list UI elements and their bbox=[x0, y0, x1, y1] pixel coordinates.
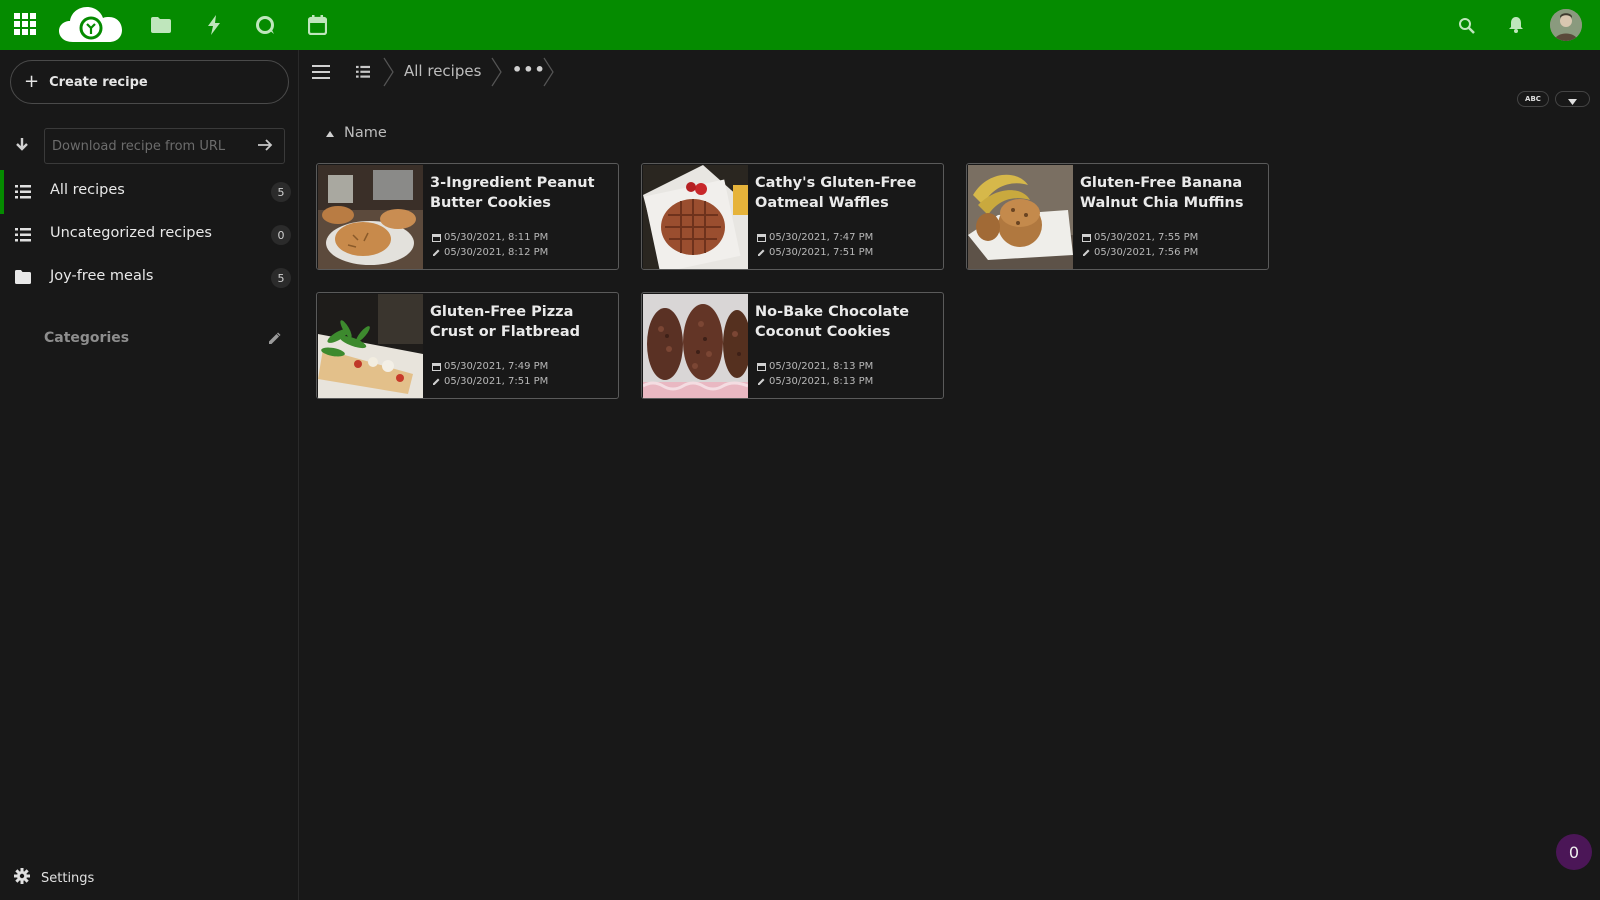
sort-ascending-icon bbox=[326, 125, 334, 141]
sidebar-item-all-recipes[interactable]: All recipes 5 bbox=[0, 170, 299, 214]
app-navigation: + Create recipe All recipes 5 Uncategori… bbox=[0, 50, 299, 900]
recipe-modified-date: 05/30/2021, 8:12 PM bbox=[432, 247, 548, 258]
recipe-card[interactable]: No-Bake Chocolate Coconut Cookies 05/30/… bbox=[641, 292, 944, 399]
recipe-modified-date: 05/30/2021, 7:51 PM bbox=[432, 376, 548, 387]
list-icon[interactable] bbox=[356, 64, 370, 83]
sort-abc-button[interactable]: ABC bbox=[1517, 91, 1549, 107]
plus-icon: + bbox=[24, 71, 40, 92]
main-content: All recipes ••• ABC Name 3-Ingredient Pe… bbox=[300, 50, 1600, 900]
notifications-icon[interactable] bbox=[1505, 14, 1527, 36]
floating-count-badge[interactable]: 0 bbox=[1556, 834, 1592, 870]
sort-field-label: Name bbox=[344, 125, 387, 141]
sort-dropdown-button[interactable] bbox=[1555, 91, 1590, 107]
recipe-created-date: 05/30/2021, 7:55 PM bbox=[1082, 232, 1198, 243]
modified-date-text: 05/30/2021, 8:12 PM bbox=[444, 247, 549, 258]
recipe-title: Gluten-Free Banana Walnut Chia Muffins bbox=[1080, 175, 1244, 211]
categories-heading: Categories bbox=[44, 330, 130, 346]
sidebar-item-joy-free-meals[interactable]: Joy-free meals 5 bbox=[0, 256, 299, 300]
download-url-input[interactable] bbox=[44, 128, 285, 164]
activity-icon[interactable] bbox=[203, 13, 225, 37]
created-date-text: 05/30/2021, 7:47 PM bbox=[769, 232, 874, 243]
user-avatar[interactable] bbox=[1550, 9, 1582, 41]
recipe-modified-date: 05/30/2021, 7:56 PM bbox=[1082, 247, 1198, 258]
recipe-title: No-Bake Chocolate Coconut Cookies bbox=[755, 304, 910, 340]
breadcrumb-separator bbox=[543, 57, 554, 87]
list-icon bbox=[15, 227, 31, 247]
download-icon bbox=[14, 137, 30, 157]
search-icon[interactable] bbox=[1455, 14, 1477, 36]
files-icon[interactable] bbox=[150, 14, 172, 36]
pencil-icon[interactable] bbox=[267, 331, 281, 350]
list-icon bbox=[15, 184, 31, 204]
menu-toggle-icon[interactable] bbox=[312, 64, 330, 83]
recipe-created-date: 05/30/2021, 7:47 PM bbox=[757, 232, 873, 243]
calendar-icon bbox=[432, 234, 441, 242]
settings-label: Settings bbox=[41, 870, 95, 886]
cookbook-logo[interactable] bbox=[58, 4, 124, 44]
recipe-title: Gluten-Free Pizza Crust or Flatbread bbox=[430, 304, 581, 340]
recipe-thumbnail bbox=[968, 165, 1073, 269]
breadcrumb: All recipes ••• bbox=[300, 50, 900, 94]
calendar-icon bbox=[432, 363, 441, 371]
modified-date-text: 05/30/2021, 7:56 PM bbox=[1094, 247, 1199, 258]
talk-icon[interactable] bbox=[254, 13, 276, 37]
recipe-modified-date: 05/30/2021, 7:51 PM bbox=[757, 247, 873, 258]
breadcrumb-separator bbox=[383, 57, 394, 87]
create-recipe-button[interactable]: + Create recipe bbox=[10, 60, 289, 104]
create-recipe-label: Create recipe bbox=[49, 74, 148, 90]
settings-button[interactable]: Settings bbox=[14, 868, 94, 888]
count-badge: 5 bbox=[271, 268, 291, 288]
modified-date-text: 05/30/2021, 7:51 PM bbox=[444, 376, 549, 387]
pencil-icon bbox=[758, 249, 765, 256]
recipe-thumbnail bbox=[643, 165, 748, 269]
recipe-thumbnail bbox=[643, 294, 748, 398]
modified-date-text: 05/30/2021, 7:51 PM bbox=[769, 247, 874, 258]
apps-grid-icon[interactable] bbox=[13, 12, 37, 36]
recipe-title: 3-Ingredient Peanut Butter Cookies bbox=[430, 175, 595, 211]
pencil-icon bbox=[433, 378, 440, 385]
chevron-down-icon bbox=[1568, 90, 1577, 109]
recipe-modified-date: 05/30/2021, 8:13 PM bbox=[757, 376, 873, 387]
breadcrumb-more-button[interactable]: ••• bbox=[512, 60, 546, 79]
pencil-icon bbox=[433, 249, 440, 256]
recipe-title: Cathy's Gluten-Free Oatmeal Waffles bbox=[755, 175, 917, 211]
recipe-card[interactable]: Cathy's Gluten-Free Oatmeal Waffles 05/3… bbox=[641, 163, 944, 270]
created-date-text: 05/30/2021, 8:11 PM bbox=[444, 232, 549, 243]
sidebar-item-label: Joy-free meals bbox=[50, 268, 154, 284]
calendar-icon bbox=[1082, 234, 1091, 242]
recipe-thumbnail bbox=[318, 294, 423, 398]
pencil-icon bbox=[1083, 249, 1090, 256]
recipe-thumbnail bbox=[318, 165, 423, 269]
calendar-icon bbox=[757, 234, 766, 242]
sort-by-name[interactable]: Name bbox=[326, 125, 387, 141]
download-recipe-row bbox=[0, 128, 299, 164]
arrow-right-icon[interactable] bbox=[256, 136, 274, 158]
pencil-icon bbox=[758, 378, 765, 385]
modified-date-text: 05/30/2021, 8:13 PM bbox=[769, 376, 874, 387]
calendar-icon[interactable] bbox=[306, 13, 328, 37]
sidebar-item-label: Uncategorized recipes bbox=[50, 225, 212, 241]
recipe-created-date: 05/30/2021, 8:13 PM bbox=[757, 361, 873, 372]
gear-icon bbox=[14, 868, 30, 888]
created-date-text: 05/30/2021, 7:55 PM bbox=[1094, 232, 1199, 243]
calendar-icon bbox=[757, 363, 766, 371]
sidebar-item-label: All recipes bbox=[50, 182, 125, 198]
top-bar bbox=[0, 0, 1600, 50]
created-date-text: 05/30/2021, 8:13 PM bbox=[769, 361, 874, 372]
created-date-text: 05/30/2021, 7:49 PM bbox=[444, 361, 549, 372]
recipe-card[interactable]: 3-Ingredient Peanut Butter Cookies 05/30… bbox=[316, 163, 619, 270]
breadcrumb-all-recipes[interactable]: All recipes bbox=[404, 62, 481, 80]
sidebar-item-uncategorized[interactable]: Uncategorized recipes 0 bbox=[0, 213, 299, 257]
recipe-created-date: 05/30/2021, 7:49 PM bbox=[432, 361, 548, 372]
folder-icon bbox=[15, 270, 31, 288]
breadcrumb-separator bbox=[491, 57, 502, 87]
count-badge: 0 bbox=[271, 225, 291, 245]
count-badge: 5 bbox=[271, 182, 291, 202]
recipe-created-date: 05/30/2021, 8:11 PM bbox=[432, 232, 548, 243]
recipe-card[interactable]: Gluten-Free Banana Walnut Chia Muffins 0… bbox=[966, 163, 1269, 270]
recipe-card[interactable]: Gluten-Free Pizza Crust or Flatbread 05/… bbox=[316, 292, 619, 399]
